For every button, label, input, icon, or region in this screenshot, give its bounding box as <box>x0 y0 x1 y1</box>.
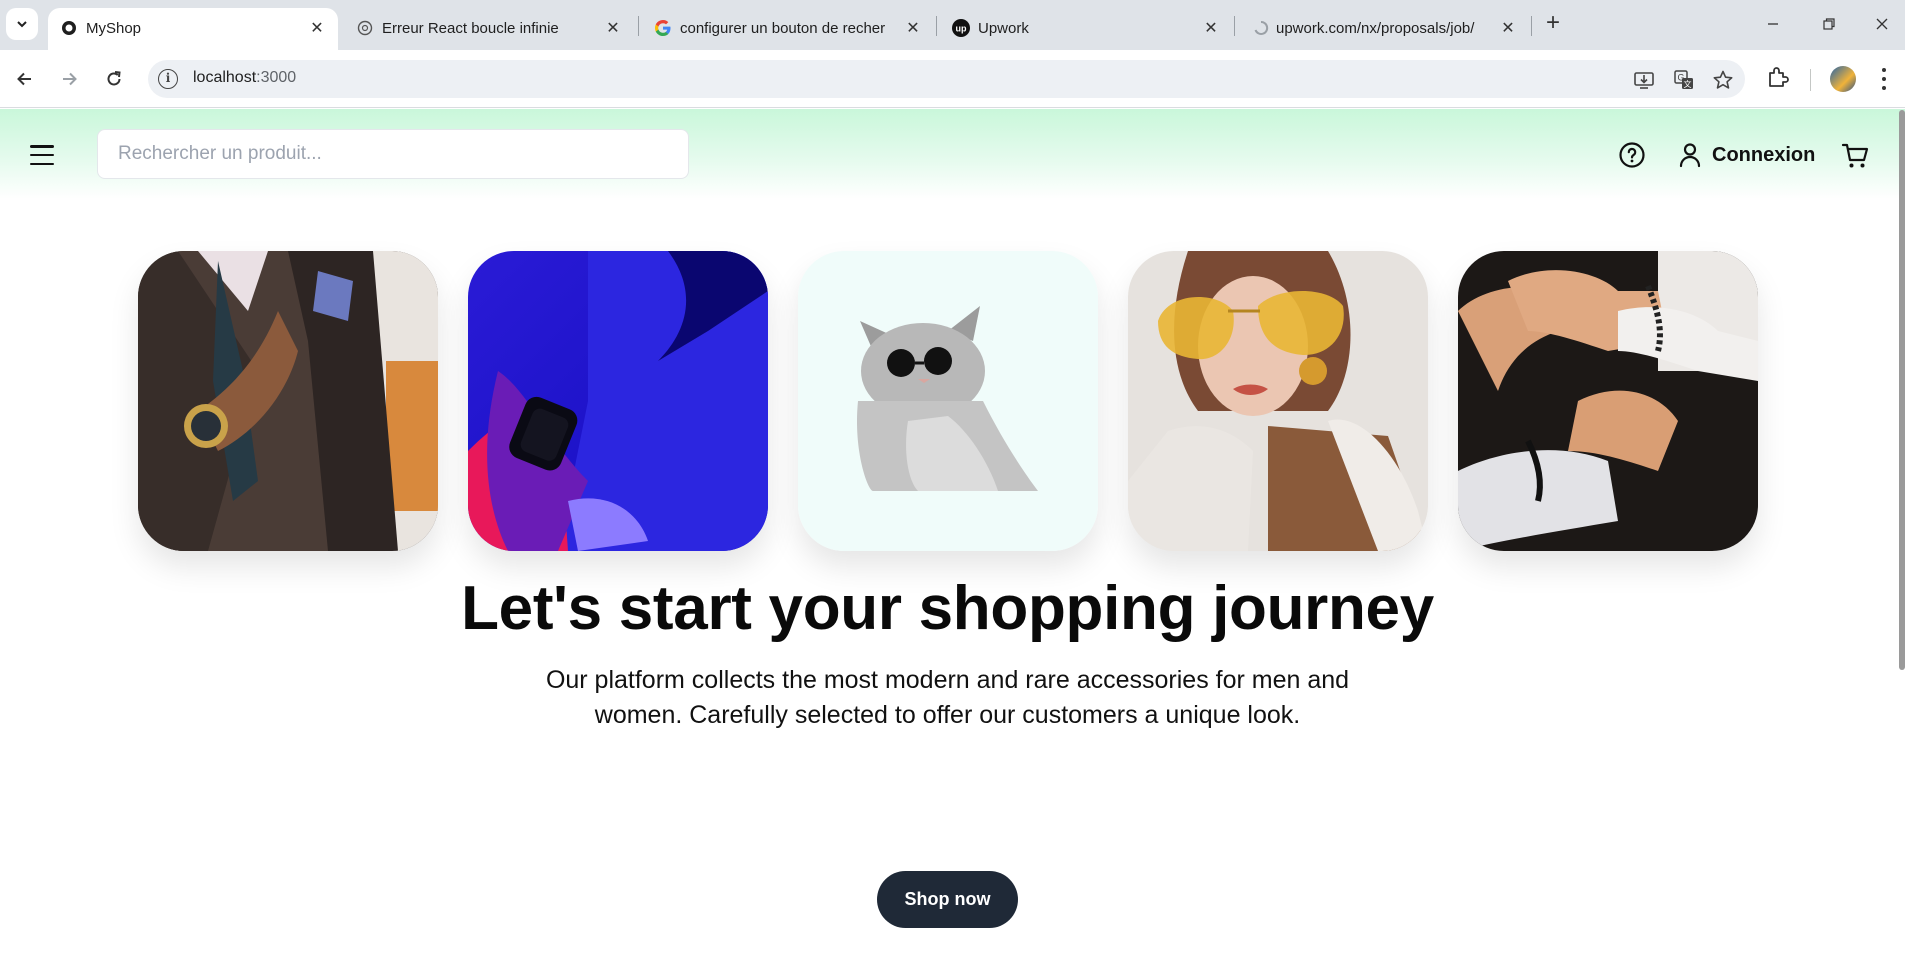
profile-avatar[interactable] <box>1830 66 1856 92</box>
product-search-input[interactable] <box>97 129 689 179</box>
login-button[interactable]: Connexion <box>1678 141 1815 169</box>
close-tab-icon[interactable]: ✕ <box>604 19 622 37</box>
tab-title: MyShop <box>86 20 142 37</box>
install-app-icon[interactable] <box>1633 69 1655 91</box>
reload-icon <box>107 71 121 86</box>
tab-title: Erreur React boucle infinie <box>382 20 559 37</box>
tab-separator <box>638 16 639 36</box>
product-gallery <box>0 251 1905 551</box>
tab-separator <box>1531 16 1532 36</box>
suit-watch-image <box>138 251 438 551</box>
close-tab-icon[interactable]: ✕ <box>904 19 922 37</box>
translate-icon[interactable]: G文 <box>1673 69 1695 91</box>
google-favicon <box>654 19 672 37</box>
arrow-right-icon <box>63 72 77 86</box>
page-scrollbar[interactable] <box>1899 110 1905 670</box>
close-tab-icon[interactable]: ✕ <box>1499 19 1517 37</box>
close-tab-icon[interactable]: ✕ <box>308 19 326 37</box>
tab-erreur-react[interactable]: Erreur React boucle infinie ✕ <box>344 8 634 50</box>
hero-subtitle: Our platform collects the most modern an… <box>545 666 1350 729</box>
shopping-cart-icon[interactable] <box>1841 142 1869 170</box>
site-header: Connexion <box>0 109 1905 199</box>
myshop-favicon <box>60 19 78 37</box>
hero-title: Let's start your shopping journey <box>461 574 1434 643</box>
tab-upwork-proposals[interactable]: upwork.com/nx/proposals/job/ ✕ <box>1240 8 1530 50</box>
loading-favicon <box>1252 19 1270 37</box>
tab-title: upwork.com/nx/proposals/job/ <box>1276 20 1475 37</box>
gallery-card-cat-sunglasses[interactable] <box>798 251 1098 551</box>
browser-toolbar: i localhost:3000 G文 <box>0 50 1905 108</box>
chatgpt-favicon <box>356 19 374 37</box>
address-bar[interactable]: i localhost:3000 G文 <box>148 60 1745 98</box>
restore-icon <box>1823 18 1835 30</box>
bracelets-image <box>1458 251 1758 551</box>
help-icon[interactable] <box>1619 142 1645 168</box>
gallery-card-yellow-sunglasses[interactable] <box>1128 251 1428 551</box>
browser-tab-bar: MyShop ✕ Erreur React boucle infinie ✕ c… <box>0 0 1905 50</box>
back-button[interactable] <box>10 64 40 94</box>
close-window-button[interactable] <box>1870 12 1894 36</box>
url-text: localhost:3000 <box>193 69 297 86</box>
tab-upwork[interactable]: up Upwork ✕ <box>940 8 1230 50</box>
site-info-icon[interactable]: i <box>158 69 178 89</box>
minimize-button[interactable] <box>1761 12 1785 36</box>
gallery-card-suit-watch[interactable] <box>138 251 438 551</box>
user-icon <box>1679 143 1701 168</box>
tab-google-search[interactable]: configurer un bouton de recher ✕ <box>642 8 932 50</box>
tab-search-button[interactable] <box>6 8 38 40</box>
tab-title: Upwork <box>978 20 1029 37</box>
tab-separator <box>936 16 937 36</box>
close-icon <box>1876 18 1888 30</box>
upwork-favicon: up <box>952 19 970 37</box>
yellow-sunglasses-image <box>1128 251 1428 551</box>
toolbar-divider <box>1810 69 1811 91</box>
new-tab-button[interactable]: + <box>1541 11 1565 36</box>
bookmark-star-icon[interactable] <box>1712 69 1734 91</box>
svg-text:up: up <box>956 24 967 34</box>
svg-text:文: 文 <box>1684 79 1692 89</box>
browser-menu-button[interactable] <box>1880 66 1888 92</box>
tab-myshop[interactable]: MyShop ✕ <box>48 8 338 50</box>
minimize-icon <box>1768 23 1778 25</box>
web-page: Connexion <box>0 109 1905 978</box>
tab-title: configurer un bouton de recher <box>680 20 886 37</box>
hamburger-menu-icon[interactable] <box>30 145 54 165</box>
neon-smartwatch-image <box>468 251 768 551</box>
gallery-card-neon-smartwatch[interactable] <box>468 251 768 551</box>
chevron-down-icon <box>17 21 27 28</box>
restore-button[interactable] <box>1817 12 1841 36</box>
login-label: Connexion <box>1712 143 1816 166</box>
reload-button[interactable] <box>99 64 129 94</box>
forward-button[interactable] <box>54 64 84 94</box>
arrow-left-icon <box>17 72 31 86</box>
extensions-icon[interactable] <box>1765 64 1791 90</box>
shop-now-button[interactable]: Shop now <box>877 871 1018 928</box>
tab-separator <box>1234 16 1235 36</box>
gallery-card-bracelets[interactable] <box>1458 251 1758 551</box>
cat-sunglasses-image <box>798 251 1098 551</box>
close-tab-icon[interactable]: ✕ <box>1202 19 1220 37</box>
